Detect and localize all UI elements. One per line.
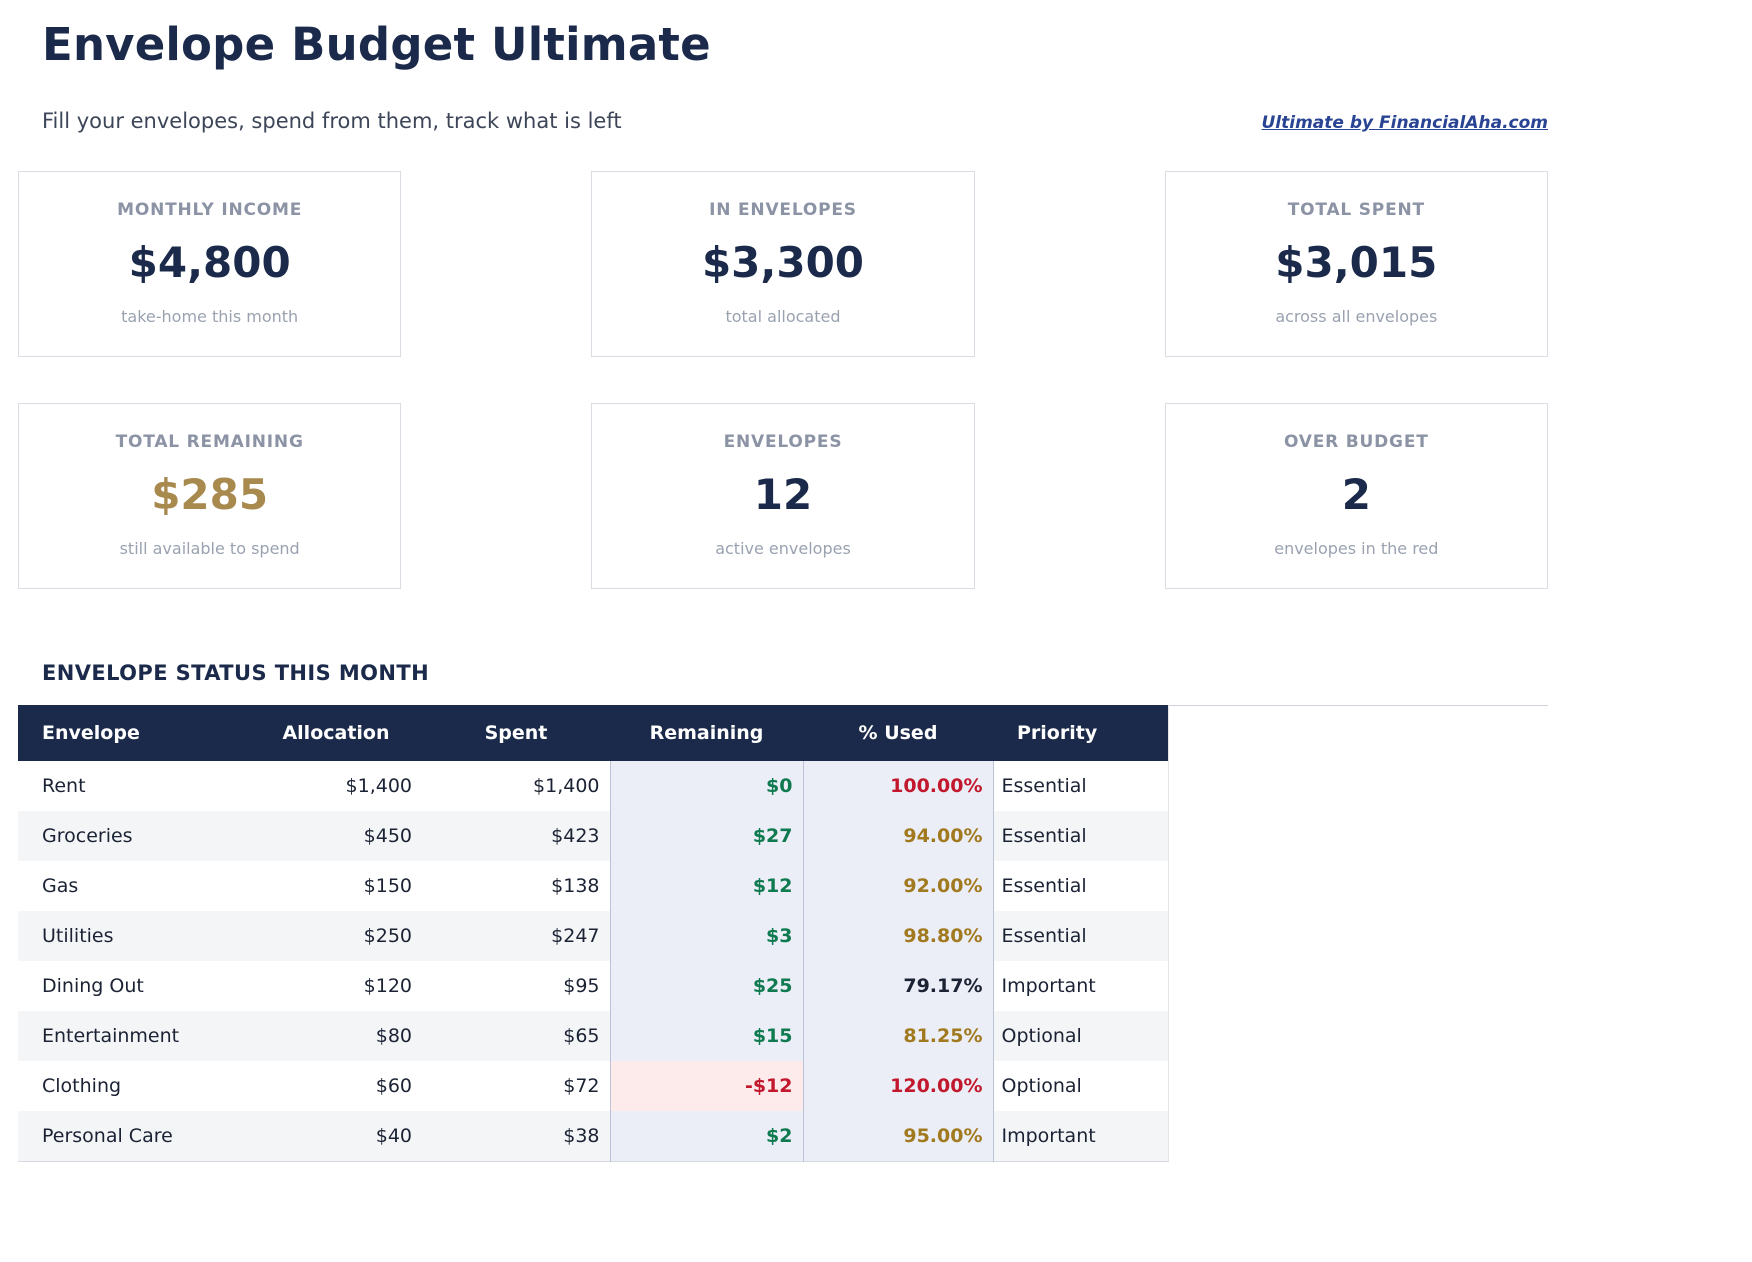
header-remaining: Remaining (610, 705, 803, 761)
allocation-cell: $250 (250, 911, 422, 961)
remaining-cell: -$12 (610, 1061, 803, 1111)
envelope-cell: Groceries (18, 811, 250, 861)
stat-sublabel: total allocated (608, 307, 957, 326)
table-row: Groceries $450 $423 $27 94.00% Essential (18, 811, 1168, 861)
remaining-cell: $25 (610, 961, 803, 1011)
priority-cell: Essential (993, 861, 1168, 911)
allocation-cell: $150 (250, 861, 422, 911)
stat-value: $4,800 (35, 238, 384, 287)
page-title: Envelope Budget Ultimate (42, 18, 1548, 71)
header-allocation: Allocation (250, 705, 422, 761)
envelope-cell: Gas (18, 861, 250, 911)
table-header-row: Envelope Allocation Spent Remaining % Us… (18, 705, 1168, 761)
header-priority: Priority (993, 705, 1168, 761)
stat-value: 12 (608, 470, 957, 519)
priority-cell: Important (993, 1111, 1168, 1161)
pct-used-cell: 94.00% (803, 811, 993, 861)
allocation-cell: $1,400 (250, 761, 422, 811)
allocation-cell: $450 (250, 811, 422, 861)
stat-sublabel: envelopes in the red (1182, 539, 1531, 558)
priority-cell: Essential (993, 811, 1168, 861)
stat-card-monthly-income: MONTHLY INCOME $4,800 take-home this mon… (18, 171, 401, 357)
pct-used-cell: 92.00% (803, 861, 993, 911)
allocation-cell: $80 (250, 1011, 422, 1061)
header-envelope: Envelope (18, 705, 250, 761)
spent-cell: $247 (422, 911, 610, 961)
table-row: Utilities $250 $247 $3 98.80% Essential (18, 911, 1168, 961)
remaining-cell: $3 (610, 911, 803, 961)
stat-value: $3,300 (608, 238, 957, 287)
table-row: Clothing $60 $72 -$12 120.00% Optional (18, 1061, 1168, 1111)
spent-cell: $65 (422, 1011, 610, 1061)
remaining-cell: $15 (610, 1011, 803, 1061)
pct-used-cell: 79.17% (803, 961, 993, 1011)
stat-card-total-spent: TOTAL SPENT $3,015 across all envelopes (1165, 171, 1548, 357)
envelope-table: Envelope Allocation Spent Remaining % Us… (18, 705, 1169, 1162)
pct-used-cell: 81.25% (803, 1011, 993, 1061)
pct-used-cell: 95.00% (803, 1111, 993, 1161)
table-row: Gas $150 $138 $12 92.00% Essential (18, 861, 1168, 911)
stat-label: MONTHLY INCOME (35, 200, 384, 220)
allocation-cell: $60 (250, 1061, 422, 1111)
section-title: ENVELOPE STATUS THIS MONTH (42, 661, 1548, 685)
remaining-cell: $27 (610, 811, 803, 861)
table-row: Entertainment $80 $65 $15 81.25% Optiona… (18, 1011, 1168, 1061)
financialaha-link[interactable]: Ultimate by FinancialAha.com (1262, 113, 1549, 133)
envelope-cell: Entertainment (18, 1011, 250, 1061)
envelope-cell: Rent (18, 761, 250, 811)
stat-card-in-envelopes: IN ENVELOPES $3,300 total allocated (591, 171, 974, 357)
allocation-cell: $120 (250, 961, 422, 1011)
envelope-cell: Utilities (18, 911, 250, 961)
spent-cell: $138 (422, 861, 610, 911)
spent-cell: $95 (422, 961, 610, 1011)
envelope-cell: Dining Out (18, 961, 250, 1011)
remaining-cell: $0 (610, 761, 803, 811)
spent-cell: $1,400 (422, 761, 610, 811)
stat-label: OVER BUDGET (1182, 432, 1531, 452)
table-top-extension-line (1169, 705, 1549, 706)
envelope-cell: Clothing (18, 1061, 250, 1111)
table-row: Dining Out $120 $95 $25 79.17% Important (18, 961, 1168, 1011)
header-pct-used: % Used (803, 705, 993, 761)
spent-cell: $38 (422, 1111, 610, 1161)
table-row: Personal Care $40 $38 $2 95.00% Importan… (18, 1111, 1168, 1161)
stat-sublabel: still available to spend (35, 539, 384, 558)
envelope-cell: Personal Care (18, 1111, 250, 1161)
stat-label: TOTAL SPENT (1182, 200, 1531, 220)
spent-cell: $423 (422, 811, 610, 861)
table-row: Rent $1,400 $1,400 $0 100.00% Essential (18, 761, 1168, 811)
remaining-cell: $2 (610, 1111, 803, 1161)
page: Envelope Budget Ultimate Fill your envel… (0, 0, 1566, 1162)
remaining-cell: $12 (610, 861, 803, 911)
stat-label: TOTAL REMAINING (35, 432, 384, 452)
stat-card-over-budget: OVER BUDGET 2 envelopes in the red (1165, 403, 1548, 589)
priority-cell: Essential (993, 761, 1168, 811)
stat-card-envelopes-count: ENVELOPES 12 active envelopes (591, 403, 974, 589)
stat-label: ENVELOPES (608, 432, 957, 452)
pct-used-cell: 120.00% (803, 1061, 993, 1111)
priority-cell: Essential (993, 911, 1168, 961)
stat-sublabel: active envelopes (608, 539, 957, 558)
stat-card-total-remaining: TOTAL REMAINING $285 still available to … (18, 403, 401, 589)
stat-sublabel: take-home this month (35, 307, 384, 326)
header-spent: Spent (422, 705, 610, 761)
priority-cell: Optional (993, 1011, 1168, 1061)
subtitle-row: Fill your envelopes, spend from them, tr… (18, 109, 1548, 133)
page-subtitle: Fill your envelopes, spend from them, tr… (42, 109, 622, 133)
priority-cell: Optional (993, 1061, 1168, 1111)
stat-value: 2 (1182, 470, 1531, 519)
pct-used-cell: 100.00% (803, 761, 993, 811)
stat-label: IN ENVELOPES (608, 200, 957, 220)
stat-sublabel: across all envelopes (1182, 307, 1531, 326)
spent-cell: $72 (422, 1061, 610, 1111)
priority-cell: Important (993, 961, 1168, 1011)
table-wrap: Envelope Allocation Spent Remaining % Us… (18, 705, 1548, 1162)
allocation-cell: $40 (250, 1111, 422, 1161)
stat-value: $3,015 (1182, 238, 1531, 287)
stat-value: $285 (35, 470, 384, 519)
pct-used-cell: 98.80% (803, 911, 993, 961)
stats-grid: MONTHLY INCOME $4,800 take-home this mon… (18, 171, 1548, 589)
